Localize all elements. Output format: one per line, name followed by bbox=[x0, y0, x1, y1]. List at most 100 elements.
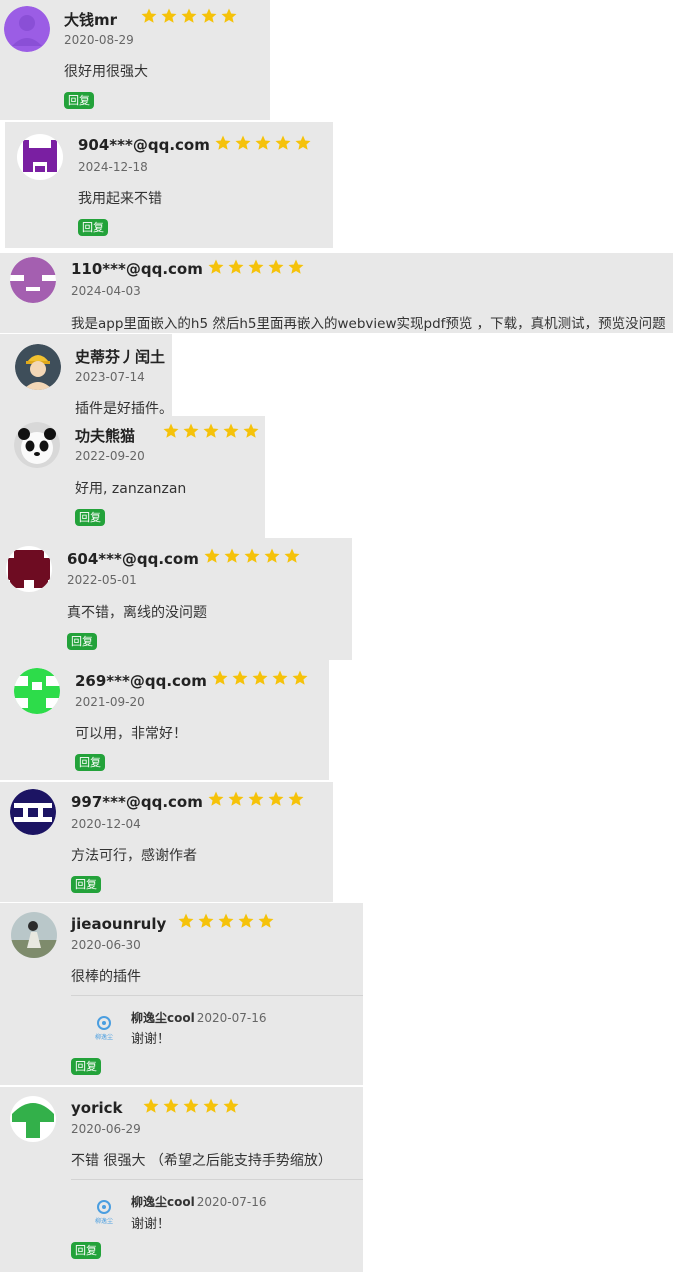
author-logo-icon: 柳逸尘 bbox=[89, 1196, 119, 1226]
star-icon bbox=[208, 791, 224, 806]
star-icon bbox=[201, 8, 217, 23]
star-icon bbox=[204, 548, 220, 563]
star-icon bbox=[228, 791, 244, 806]
star-icon bbox=[248, 259, 264, 274]
rating-stars bbox=[162, 422, 260, 440]
rating-stars bbox=[142, 1097, 240, 1115]
author-reply-date: 2020-07-16 bbox=[196, 1195, 267, 1209]
star-icon bbox=[212, 670, 228, 685]
review-content: 好用, zanzanzan bbox=[75, 481, 187, 497]
author-reply-date: 2020-07-16 bbox=[196, 1011, 267, 1025]
rating-stars bbox=[207, 790, 305, 808]
star-icon bbox=[161, 8, 177, 23]
review-card: yorick 2020-06-29 不错 很强大 （希望之后能支持手势缩放） 柳… bbox=[0, 1087, 363, 1272]
review-date: 2022-09-20 bbox=[75, 449, 145, 463]
review-card: 史蒂芬丿闰土 2023-07-14 插件是好插件。 bbox=[0, 334, 173, 417]
star-icon bbox=[203, 423, 219, 438]
username[interactable]: 史蒂芬丿闰土 bbox=[75, 346, 165, 367]
star-icon bbox=[238, 913, 254, 928]
review-card: 904***@qq.com 2024-12-18 我用起来不错 回复 bbox=[5, 122, 333, 248]
avatar[interactable] bbox=[14, 422, 60, 468]
star-icon bbox=[208, 259, 224, 274]
review-content: 我是app里面嵌入的h5 然后h5里面再嵌入的webview实现pdf预览 ，下… bbox=[71, 316, 666, 332]
username[interactable]: jieaounruly bbox=[71, 915, 166, 933]
rating-stars bbox=[140, 7, 238, 25]
star-icon bbox=[141, 8, 157, 23]
avatar[interactable] bbox=[15, 344, 61, 390]
username[interactable]: 110***@qq.com bbox=[71, 260, 203, 278]
star-icon bbox=[223, 1098, 239, 1113]
author-name[interactable]: 柳逸尘cool 2020-07-16 bbox=[131, 1009, 266, 1026]
avatar[interactable] bbox=[10, 789, 56, 835]
rating-stars bbox=[214, 134, 312, 152]
review-card: 997***@qq.com 2020-12-04 方法可行，感谢作者 回复 bbox=[0, 782, 333, 902]
reply-button[interactable]: 回复 bbox=[71, 1058, 101, 1075]
star-icon bbox=[203, 1098, 219, 1113]
star-icon bbox=[275, 135, 291, 150]
review-content: 很好用很强大 bbox=[64, 64, 148, 80]
star-icon bbox=[235, 135, 251, 150]
username[interactable]: 大钱mr bbox=[64, 9, 117, 30]
star-icon bbox=[181, 8, 197, 23]
username[interactable]: 功夫熊猫 bbox=[75, 425, 135, 446]
reply-button[interactable]: 回复 bbox=[78, 219, 108, 236]
star-icon bbox=[244, 548, 260, 563]
review-content: 很棒的插件 bbox=[71, 969, 141, 985]
star-icon bbox=[258, 913, 274, 928]
author-logo-text: 柳逸尘 bbox=[95, 1217, 113, 1225]
rating-stars bbox=[207, 258, 305, 276]
rating-stars bbox=[203, 547, 301, 565]
star-icon bbox=[183, 1098, 199, 1113]
star-icon bbox=[183, 423, 199, 438]
avatar[interactable] bbox=[11, 912, 57, 958]
star-icon bbox=[272, 670, 288, 685]
star-icon bbox=[215, 135, 231, 150]
username[interactable]: 269***@qq.com bbox=[75, 672, 207, 690]
avatar[interactable] bbox=[10, 257, 56, 303]
star-icon bbox=[288, 259, 304, 274]
rating-stars bbox=[211, 669, 309, 687]
review-content: 真不错，离线的没问题 bbox=[67, 605, 207, 621]
star-icon bbox=[243, 423, 259, 438]
star-icon bbox=[284, 548, 300, 563]
avatar[interactable] bbox=[17, 134, 63, 180]
review-date: 2020-12-04 bbox=[71, 817, 141, 831]
star-icon bbox=[248, 791, 264, 806]
star-icon bbox=[252, 670, 268, 685]
avatar[interactable] bbox=[4, 6, 50, 52]
review-content: 插件是好插件。 bbox=[75, 401, 173, 417]
username[interactable]: 604***@qq.com bbox=[67, 550, 199, 568]
review-card: 604***@qq.com 2022-05-01 真不错，离线的没问题 回复 bbox=[0, 538, 352, 660]
review-date: 2020-06-29 bbox=[71, 1122, 141, 1136]
author-reply-text: 谢谢！ bbox=[131, 1217, 171, 1232]
username[interactable]: 904***@qq.com bbox=[78, 136, 210, 154]
reply-button[interactable]: 回复 bbox=[75, 754, 105, 771]
username[interactable]: yorick bbox=[71, 1099, 123, 1117]
star-icon bbox=[292, 670, 308, 685]
review-date: 2023-07-14 bbox=[75, 370, 145, 384]
review-date: 2020-08-29 bbox=[64, 33, 134, 47]
username[interactable]: 997***@qq.com bbox=[71, 793, 203, 811]
avatar[interactable] bbox=[10, 1096, 56, 1142]
reply-button[interactable]: 回复 bbox=[75, 509, 105, 526]
star-icon bbox=[228, 259, 244, 274]
author-name-text[interactable]: 柳逸尘cool bbox=[131, 1195, 195, 1209]
star-icon bbox=[221, 8, 237, 23]
star-icon bbox=[264, 548, 280, 563]
star-icon bbox=[198, 913, 214, 928]
reply-button[interactable]: 回复 bbox=[71, 876, 101, 893]
author-reply-text: 谢谢！ bbox=[131, 1032, 171, 1047]
review-card: 大钱mr 2020-08-29 很好用很强大 回复 bbox=[0, 0, 270, 120]
review-content: 可以用，非常好！ bbox=[75, 726, 187, 742]
reply-button[interactable]: 回复 bbox=[67, 633, 97, 650]
author-reply: 柳逸尘 柳逸尘cool 2020-07-16 谢谢！ bbox=[71, 1179, 363, 1242]
author-reply: 柳逸尘 柳逸尘cool 2020-07-16 谢谢！ bbox=[71, 995, 363, 1056]
author-name[interactable]: 柳逸尘cool 2020-07-16 bbox=[131, 1193, 266, 1210]
reply-button[interactable]: 回复 bbox=[64, 92, 94, 109]
avatar[interactable] bbox=[14, 668, 60, 714]
reply-button[interactable]: 回复 bbox=[71, 1242, 101, 1259]
author-name-text[interactable]: 柳逸尘cool bbox=[131, 1011, 195, 1025]
star-icon bbox=[224, 548, 240, 563]
avatar[interactable] bbox=[6, 546, 52, 592]
star-icon bbox=[163, 423, 179, 438]
